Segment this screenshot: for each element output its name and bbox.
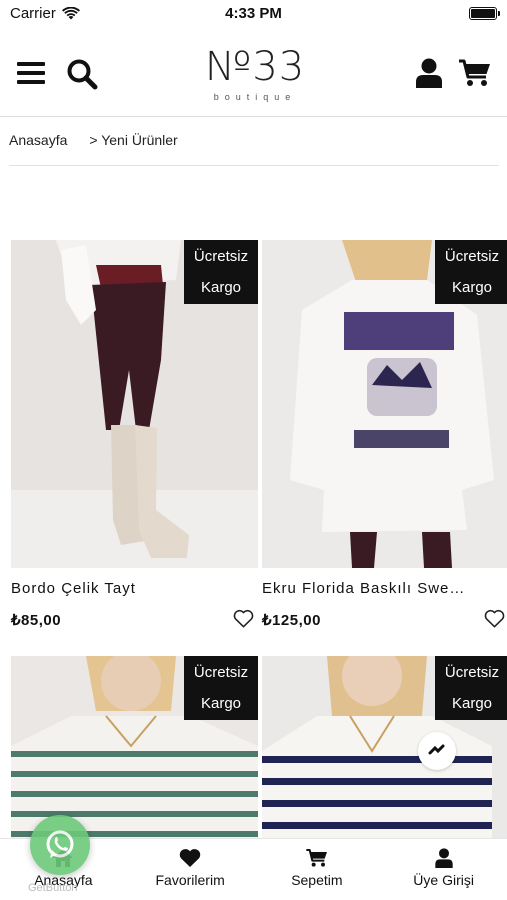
tab-favorites[interactable]: Favorilerim [127, 839, 254, 900]
status-bar: Carrier 4:33 PM [0, 0, 507, 28]
tab-cart[interactable]: Sepetim [254, 839, 381, 900]
free-shipping-badge: Ücretsiz Kargo [184, 240, 258, 304]
header-divider [0, 116, 507, 117]
badge-line2: Kargo [451, 695, 493, 712]
badge-line1: Ücretsiz [193, 248, 249, 265]
tab-login-label: Üye Girişi [413, 872, 474, 888]
store-logo[interactable]: №33 boutique [180, 44, 330, 102]
breadcrumb-divider [9, 165, 499, 166]
heart-icon [179, 849, 201, 868]
product-card[interactable]: Ücretsiz Kargo [11, 656, 258, 838]
favorite-button[interactable] [484, 609, 505, 633]
user-icon [434, 848, 453, 868]
status-time: 4:33 PM [225, 5, 282, 22]
menu-icon [17, 62, 45, 84]
badge-line2: Kargo [200, 695, 242, 712]
badge-line1: Ücretsiz [444, 248, 500, 265]
badge-line1: Ücretsiz [193, 664, 249, 681]
free-shipping-badge: Ücretsiz Kargo [435, 240, 507, 304]
product-card[interactable]: Ücretsiz Kargo Bordo Çelik Tayt ₺85,00 [11, 240, 258, 635]
menu-button[interactable] [14, 56, 48, 90]
logo-wordmark: №33 [204, 44, 306, 90]
tab-login[interactable]: Üye Girişi [380, 839, 507, 900]
product-name[interactable]: Bordo Çelik Tayt [11, 580, 226, 597]
battery-icon [469, 7, 500, 20]
search-icon [67, 59, 98, 90]
whatsapp-label: GetButton [28, 882, 78, 894]
tab-favorites-label: Favorilerim [155, 872, 225, 888]
cart-icon [306, 849, 327, 867]
heart-icon [233, 609, 254, 628]
badge-line2: Kargo [451, 279, 493, 296]
account-button[interactable] [412, 56, 446, 90]
logo-subtitle: boutique [213, 92, 297, 102]
search-button[interactable] [64, 56, 100, 92]
cart-icon [459, 59, 490, 86]
badge-line1: Ücretsiz [444, 664, 500, 681]
breadcrumb-current: > Yeni Ürünler [89, 132, 178, 148]
free-shipping-badge: Ücretsiz Kargo [435, 656, 507, 720]
quick-view-button[interactable] [418, 732, 456, 770]
user-icon [416, 58, 442, 88]
favorite-button[interactable] [233, 609, 254, 633]
header: №33 boutique [0, 38, 507, 116]
free-shipping-badge: Ücretsiz Kargo [184, 656, 258, 720]
product-price: ₺125,00 [262, 612, 321, 629]
product-card[interactable]: Ücretsiz Kargo [262, 656, 507, 838]
product-price: ₺85,00 [11, 612, 62, 629]
product-card[interactable]: Ücretsiz Kargo Ekru Florida Baskılı Swe…… [262, 240, 507, 635]
badge-line2: Kargo [200, 279, 242, 296]
tab-cart-label: Sepetim [291, 872, 343, 888]
whatsapp-icon [46, 830, 74, 858]
breadcrumb: Anasayfa > Yeni Ürünler [9, 132, 178, 148]
cart-button[interactable] [456, 56, 494, 90]
whatsapp-button[interactable] [30, 815, 90, 875]
product-name[interactable]: Ekru Florida Baskılı Swe… [262, 580, 477, 597]
breadcrumb-home[interactable]: Anasayfa [9, 132, 67, 148]
expand-icon [428, 744, 445, 755]
heart-icon [484, 609, 505, 628]
